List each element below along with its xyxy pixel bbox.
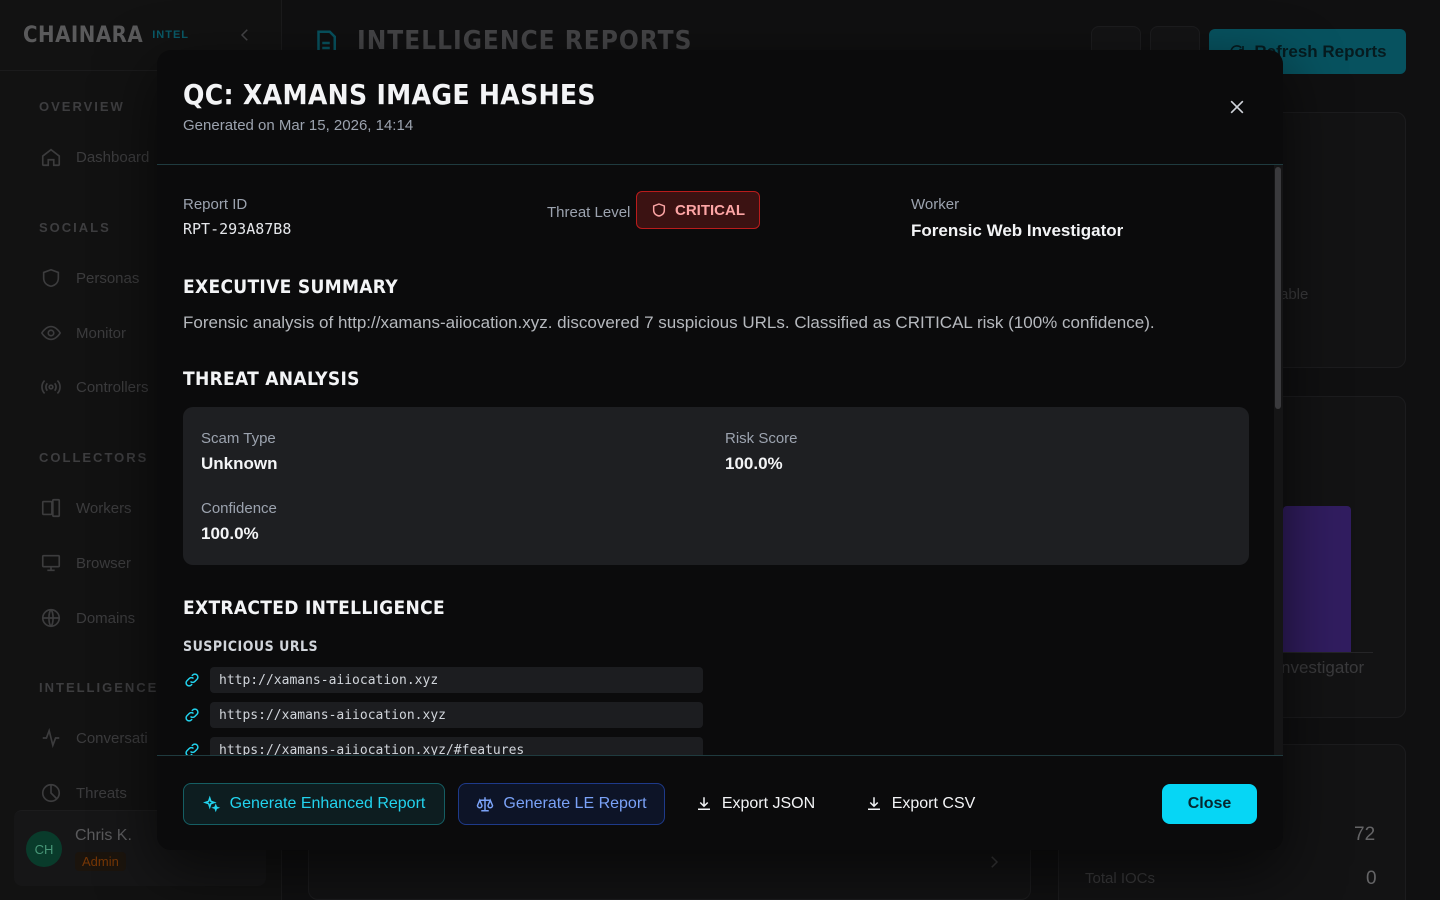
worker-value: Forensic Web Investigator: [911, 221, 1124, 240]
download-icon: [867, 797, 880, 810]
confidence-label: Confidence: [201, 500, 277, 517]
threat-level-badge: CRITICAL: [636, 191, 760, 229]
scam-type-value: Unknown: [201, 454, 278, 473]
close-icon[interactable]: [1227, 97, 1247, 117]
button-label: Generate LE Report: [503, 795, 647, 812]
modal-footer: Generate Enhanced Report Generate LE Rep…: [157, 755, 1283, 850]
export-json-button[interactable]: Export JSON: [685, 783, 825, 825]
close-button[interactable]: Close: [1162, 784, 1257, 824]
modal-title: QC: XAMANS IMAGE HASHES: [183, 78, 596, 111]
executive-summary-heading: EXECUTIVE SUMMARY: [183, 276, 398, 298]
url-value: https://xamans-aiiocation.xyz/#features: [210, 737, 703, 755]
worker-label: Worker: [911, 196, 960, 213]
list-item[interactable]: http://xamans-aiiocation.xyz: [183, 667, 703, 693]
confidence-value: 100.0%: [201, 524, 259, 543]
report-id-value: RPT-293A87B8: [183, 220, 292, 238]
scam-type-label: Scam Type: [201, 430, 276, 447]
report-id-label: Report ID: [183, 196, 248, 213]
shield-icon: [652, 203, 666, 217]
sparkles-icon: [202, 795, 220, 813]
button-label: Generate Enhanced Report: [229, 795, 426, 812]
button-label: Export CSV: [891, 795, 976, 812]
scale-icon: [477, 797, 494, 812]
threat-analysis-panel: Scam Type Unknown Risk Score 100.0% Conf…: [183, 407, 1249, 565]
threat-analysis-heading: THREAT ANALYSIS: [183, 368, 360, 390]
generate-le-report-button[interactable]: Generate LE Report: [458, 783, 665, 825]
list-item[interactable]: https://xamans-aiiocation.xyz/#features: [183, 737, 703, 755]
button-label: Export JSON: [721, 795, 816, 812]
threat-level-value: CRITICAL: [675, 201, 745, 219]
link-icon: [185, 743, 199, 755]
link-icon: [185, 673, 199, 687]
suspicious-urls-heading: SUSPICIOUS URLS: [183, 639, 319, 655]
modal-body[interactable]: Report ID RPT-293A87B8 Threat Level CRIT…: [157, 165, 1283, 755]
extracted-intelligence-heading: EXTRACTED INTELLIGENCE: [183, 597, 445, 619]
link-icon: [185, 708, 199, 722]
export-csv-button[interactable]: Export CSV: [855, 783, 985, 825]
risk-score-label: Risk Score: [725, 430, 798, 447]
url-value: http://xamans-aiiocation.xyz: [210, 667, 703, 693]
report-modal: QC: XAMANS IMAGE HASHES Generated on Mar…: [157, 50, 1283, 850]
threat-level-label: Threat Level: [547, 204, 631, 221]
executive-summary-text: Forensic analysis of http://xamans-aiioc…: [183, 313, 1155, 332]
generate-enhanced-report-button[interactable]: Generate Enhanced Report: [183, 783, 445, 825]
scrollbar-thumb[interactable]: [1275, 167, 1281, 409]
list-item[interactable]: https://xamans-aiiocation.xyz: [183, 702, 703, 728]
download-icon: [697, 797, 710, 810]
risk-score-value: 100.0%: [725, 454, 783, 473]
url-value: https://xamans-aiiocation.xyz: [210, 702, 703, 728]
modal-subtitle: Generated on Mar 15, 2026, 14:14: [183, 117, 414, 134]
